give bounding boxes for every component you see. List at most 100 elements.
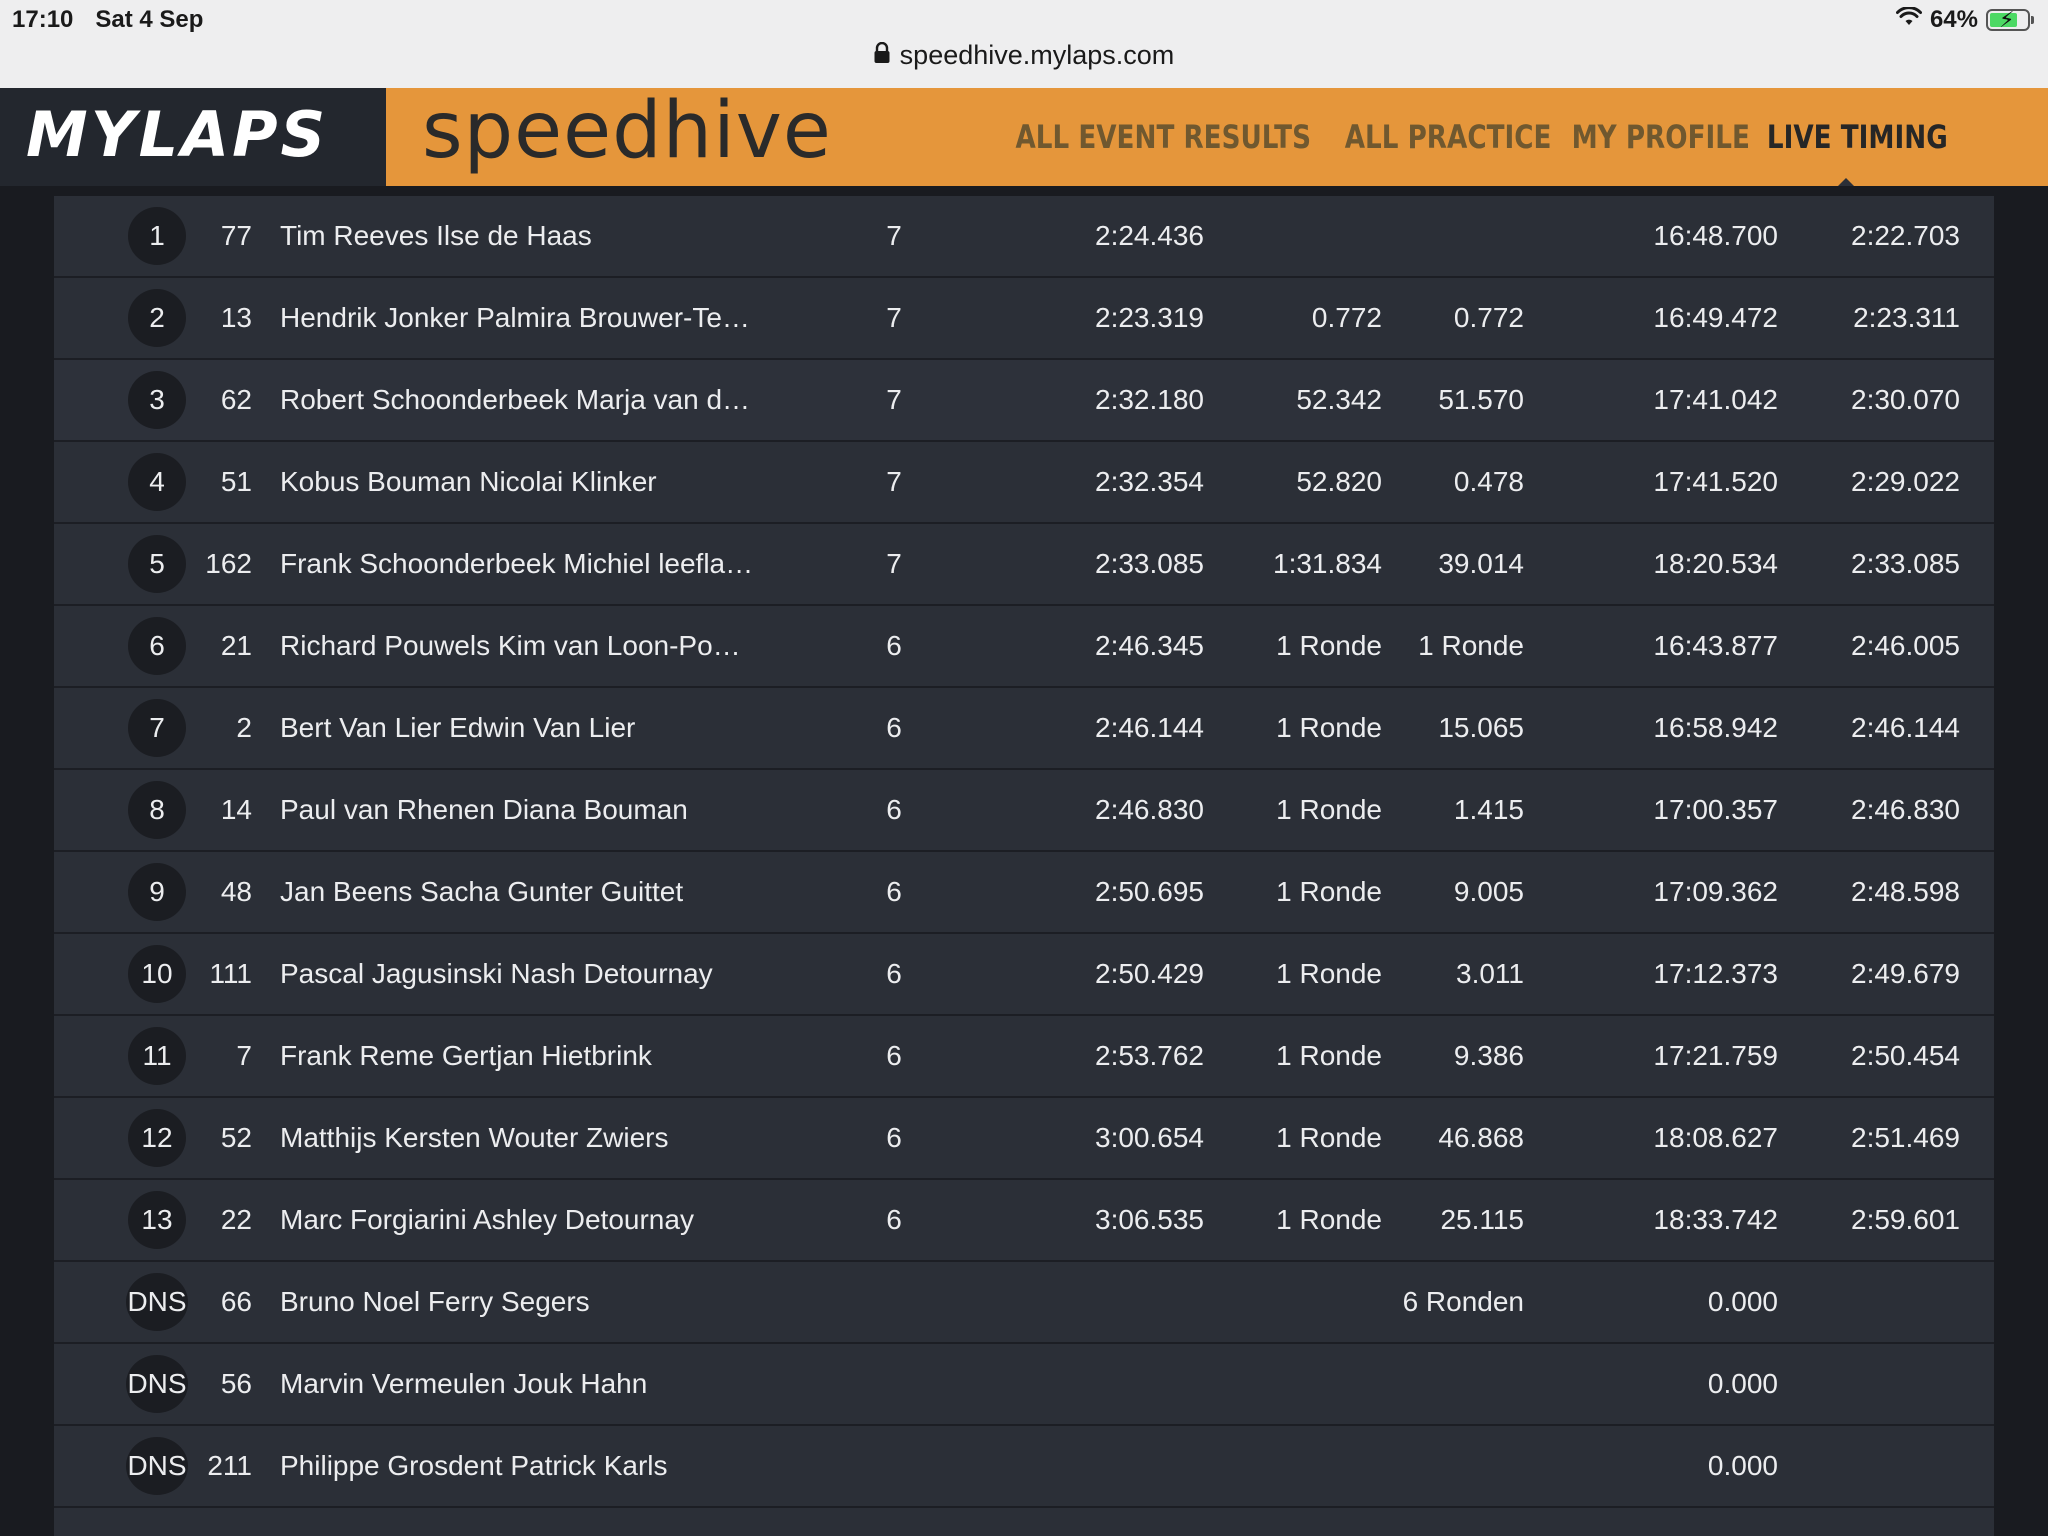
lap-count: 6 <box>886 1040 902 1071</box>
last-lap-time: 2:53.762 <box>1095 1040 1204 1071</box>
table-row[interactable]: 9 48 Jan Beens Sacha Gunter Guittet 6 2:50.6… <box>54 852 1994 934</box>
nav-live-timing[interactable]: LIVE TIMING <box>1767 118 1948 156</box>
total-time: 0.000 <box>1707 1286 1778 1317</box>
driver-names: Frank Reme Gertjan Hietbrink <box>280 1040 652 1071</box>
lap-count: 6 <box>886 794 902 825</box>
position-badge: DNS <box>126 1355 188 1413</box>
total-time: 17:12.373 <box>1653 958 1778 989</box>
lap-count: 6 <box>886 876 902 907</box>
best-lap-time <box>1794 1426 1960 1506</box>
gap-to-previous: 0.772 <box>1453 302 1524 333</box>
last-lap-time: 2:46.345 <box>1095 630 1204 661</box>
table-row[interactable]: 8 14 Paul van Rhenen Diana Bouman 6 2:46.830… <box>54 770 1994 852</box>
lap-count: 7 <box>886 220 902 251</box>
best-lap-time: 2:50.454 <box>1851 1040 1960 1071</box>
lap-count: 7 <box>886 302 902 333</box>
last-lap-time <box>954 1262 1204 1342</box>
car-number: 56 <box>220 1368 252 1399</box>
car-number: 2 <box>236 712 252 743</box>
gap-to-previous <box>1384 196 1524 276</box>
best-lap-time: 2:29.022 <box>1851 466 1960 497</box>
car-number: 211 <box>207 1450 252 1481</box>
gap-to-previous <box>1384 1344 1524 1424</box>
best-lap-time: 2:51.469 <box>1851 1122 1960 1153</box>
position-badge: 9 <box>128 863 186 921</box>
table-row[interactable]: 13 22 Marc Forgiarini Ashley Detournay 6 3:0… <box>54 1180 1994 1262</box>
best-lap-time: 2:33.085 <box>1851 548 1960 579</box>
total-time: 16:58.942 <box>1653 712 1778 743</box>
lock-icon <box>874 40 890 71</box>
driver-names: Pascal Jagusinski Nash Detournay <box>280 958 713 989</box>
car-number: 62 <box>220 384 252 415</box>
total-time: 16:49.472 <box>1653 302 1778 333</box>
car-number: 7 <box>236 1040 252 1071</box>
lap-count: 6 <box>886 1204 902 1235</box>
driver-names: Marvin Vermeulen Jouk Hahn <box>280 1368 648 1399</box>
car-number: 52 <box>220 1122 252 1153</box>
driver-names: Frank Schoonderbeek Michiel leefla… <box>280 548 754 579</box>
best-lap-time: 2:59.601 <box>1851 1204 1960 1235</box>
position-badge: 4 <box>128 453 186 511</box>
driver-names: Tim Reeves Ilse de Haas <box>280 220 592 251</box>
car-number: 14 <box>220 794 252 825</box>
last-lap-time: 3:00.654 <box>1095 1122 1204 1153</box>
gap-to-leader: 1 Ronde <box>1276 794 1382 825</box>
gap-to-leader: 1 Ronde <box>1276 876 1382 907</box>
car-number: 162 <box>205 548 252 579</box>
last-lap-time <box>954 1344 1204 1424</box>
total-time: 16:48.700 <box>1653 220 1778 251</box>
gap-to-leader: 1 Ronde <box>1276 1204 1382 1235</box>
table-row[interactable]: DNS 211 Philippe Grosdent Patrick Karls 0.0… <box>54 1426 1994 1508</box>
table-row[interactable]: 6 21 Richard Pouwels Kim van Loon-Po… 6 2:46… <box>54 606 1994 688</box>
main-nav: ALL EVENT RESULTS ALL PRACTICE MY PROFIL… <box>1009 118 1948 156</box>
gap-to-leader <box>1214 1262 1382 1342</box>
position-badge: 13 <box>128 1191 186 1249</box>
total-time: 17:41.042 <box>1653 384 1778 415</box>
gap-to-leader: 1:31.834 <box>1273 548 1382 579</box>
last-lap-time: 2:32.180 <box>1095 384 1204 415</box>
table-row[interactable]: 2 13 Hendrik Jonker Palmira Brouwer-Te… 7 2:… <box>54 278 1994 360</box>
mylaps-logo[interactable]: MYLAPS <box>26 98 328 171</box>
position-badge: 1 <box>128 207 186 265</box>
lap-count <box>874 1426 914 1506</box>
address-bar[interactable]: speedhive.mylaps.com <box>0 38 2048 72</box>
table-row[interactable]: 4 51 Kobus Bouman Nicolai Klinker 7 2:32.354… <box>54 442 1994 524</box>
total-time: 17:21.759 <box>1653 1040 1778 1071</box>
gap-to-leader: 0.772 <box>1311 302 1382 333</box>
last-lap-time: 2:46.144 <box>1095 712 1204 743</box>
total-time: 18:08.627 <box>1653 1122 1778 1153</box>
gap-to-previous: 39.014 <box>1438 548 1524 579</box>
gap-to-leader: 1 Ronde <box>1276 630 1382 661</box>
table-row[interactable]: 12 52 Matthijs Kersten Wouter Zwiers 6 3:00.… <box>54 1098 1994 1180</box>
status-time: 17:10 <box>12 6 74 33</box>
table-row[interactable]: 10 111 Pascal Jagusinski Nash Detournay 6 2:… <box>54 934 1994 1016</box>
gap-to-previous: 25.115 <box>1440 1204 1524 1235</box>
position-badge: 6 <box>128 617 186 675</box>
lap-count: 7 <box>886 548 902 579</box>
nav-all-practice[interactable]: ALL PRACTICE <box>1345 118 1552 156</box>
nav-all-event-results[interactable]: ALL EVENT RESULTS <box>1016 118 1312 156</box>
position-badge: DNS <box>126 1437 188 1495</box>
nav-my-profile[interactable]: MY PROFILE <box>1572 118 1750 156</box>
table-row[interactable]: 3 62 Robert Schoonderbeek Marja van d… 7 2:3… <box>54 360 1994 442</box>
speedhive-logo[interactable]: speedhive <box>422 86 832 176</box>
driver-names: Hendrik Jonker Palmira Brouwer-Te… <box>280 302 750 333</box>
table-row[interactable]: DNS 56 Marvin Vermeulen Jouk Hahn 0.000 <box>54 1344 1994 1426</box>
total-time: 17:09.362 <box>1653 876 1778 907</box>
car-number: 13 <box>220 302 252 333</box>
table-row[interactable]: DNS 66 Bruno Noel Ferry Segers 6 Ronden 0.00… <box>54 1262 1994 1344</box>
driver-names: Kobus Bouman Nicolai Klinker <box>280 466 657 497</box>
last-lap-time: 2:32.354 <box>1095 466 1204 497</box>
lap-count: 7 <box>886 466 902 497</box>
table-row[interactable]: 1 77 Tim Reeves Ilse de Haas 7 2:24.436 16:48… <box>54 196 1994 278</box>
table-row[interactable]: 7 2 Bert Van Lier Edwin Van Lier 6 2:46.144 1… <box>54 688 1994 770</box>
table-row[interactable]: 5 162 Frank Schoonderbeek Michiel leefla… 7… <box>54 524 1994 606</box>
best-lap-time: 2:48.598 <box>1851 876 1960 907</box>
table-row[interactable]: 11 7 Frank Reme Gertjan Hietbrink 6 2:53.762… <box>54 1016 1994 1098</box>
position-badge: 11 <box>128 1027 186 1085</box>
car-number: 21 <box>220 630 252 661</box>
gap-to-previous: 15.065 <box>1438 712 1524 743</box>
position-badge: 3 <box>128 371 186 429</box>
status-date: Sat 4 Sep <box>95 6 204 33</box>
lap-count: 7 <box>886 384 902 415</box>
